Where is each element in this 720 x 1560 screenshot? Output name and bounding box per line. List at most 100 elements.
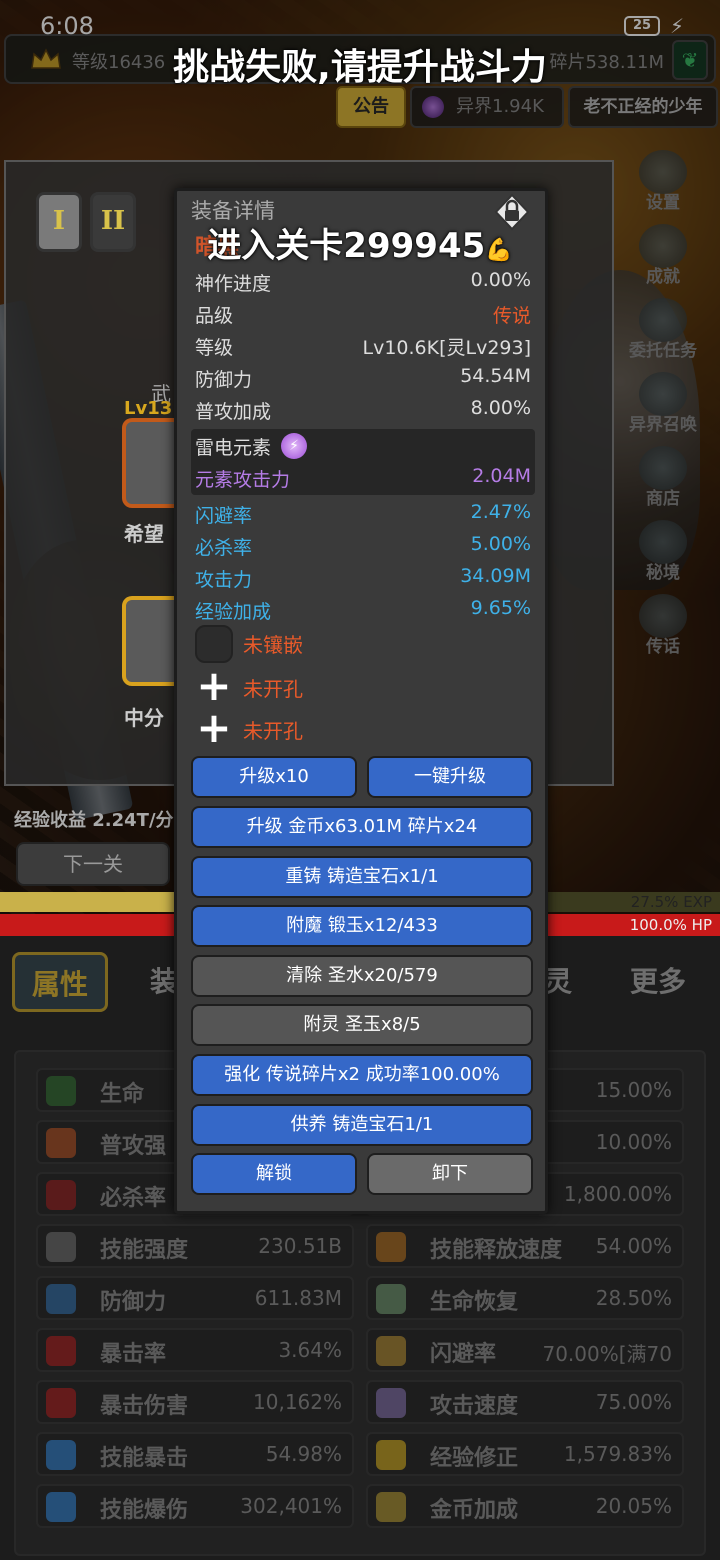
row-value: 9.65%	[470, 597, 531, 619]
element-name: 雷电元素	[195, 437, 272, 459]
tab-spirit[interactable]: 灵	[544, 952, 572, 1012]
attribute-icon	[376, 1336, 406, 1366]
row-key: 神作进度	[195, 273, 272, 295]
attribute-value: 302,401%	[240, 1494, 342, 1518]
toast-challenge-failed: 挑战失败,请提升战斗力	[173, 47, 547, 88]
attribute-icon	[376, 1388, 406, 1418]
attribute-name: 金币加成	[430, 1498, 519, 1523]
scroll-icon	[639, 298, 687, 342]
attribute-name: 必杀率	[100, 1186, 167, 1211]
row-value: 5.00%	[470, 533, 531, 555]
attribute-icon	[46, 1388, 76, 1418]
toast-enter-stage: 进入关卡299945💪	[0, 218, 720, 267]
attribute-icon	[46, 1336, 76, 1366]
next-stage-button[interactable]: 下一关	[16, 842, 170, 886]
clear-button[interactable]: 清除 圣水x20/579	[191, 955, 533, 997]
side-item-shop[interactable]: 商店	[620, 446, 706, 520]
horn-icon	[639, 594, 687, 638]
charging-icon: ⚡	[669, 14, 684, 38]
row-key: 攻击力	[195, 569, 253, 591]
toast-enter-text: 进入关卡299945	[207, 226, 486, 266]
row-key: 闪避率	[195, 505, 253, 527]
element-section: 雷电元素 ⚡ 元素攻击力 2.04M	[191, 429, 535, 495]
row-level: 等级 Lv10.6K[灵Lv293]	[195, 333, 531, 363]
row-key: 等级	[195, 337, 234, 359]
row-normal-attack-bonus: 普攻加成 8.00%	[195, 397, 531, 427]
side-item-settings[interactable]: 设置	[620, 150, 706, 224]
side-item-summon[interactable]: 异界召唤	[620, 372, 706, 446]
side-item-secret-realm[interactable]: 秘境	[620, 520, 706, 594]
attribute-row: 经验修正 1,579.83%	[366, 1432, 684, 1476]
battery-icon: 25	[624, 16, 660, 36]
hp-bar-text: 100.0% HP	[629, 916, 712, 934]
attribute-value: 1,579.83%	[563, 1442, 672, 1466]
attribute-icon	[376, 1440, 406, 1470]
otherworld-value: 异界1.94K	[456, 96, 544, 117]
attribute-name: 生命	[100, 1082, 145, 1107]
shop-icon	[639, 446, 687, 490]
attribute-value: 54.00%	[595, 1234, 672, 1258]
player-name[interactable]: 老不正经的少年	[568, 86, 718, 128]
unequip-button[interactable]: 卸下	[367, 1153, 533, 1195]
one-click-upgrade-button[interactable]: 一键升级	[367, 756, 533, 798]
gear-icon	[639, 150, 687, 194]
row-value: 传说	[492, 305, 531, 327]
attribute-value: 75.00%	[595, 1390, 672, 1414]
reforge-button[interactable]: 重铸 铸造宝石x1/1	[191, 856, 533, 898]
notice-button[interactable]: 公告	[336, 86, 406, 128]
attribute-icon	[376, 1232, 406, 1262]
upgrade-x10-button[interactable]: 升级x10	[191, 756, 357, 798]
row-value: 34.09M	[460, 565, 531, 587]
attribute-row: 攻击速度 75.00%	[366, 1380, 684, 1424]
attribute-value: 15.00%	[595, 1078, 672, 1102]
row-value: 8.00%	[470, 397, 531, 419]
equipped-item-2-name: 中分	[124, 706, 164, 730]
attribute-value: 70.00%[满70	[542, 1342, 672, 1366]
row-key: 防御力	[195, 369, 253, 391]
exp-gain-rate: 经验收益 2.24T/分	[14, 810, 174, 831]
row-attack: 攻击力 34.09M	[195, 565, 531, 595]
attribute-row: 金币加成 20.05%	[366, 1484, 684, 1528]
item-level: Lv13	[124, 398, 173, 419]
otherworld-orb-icon	[422, 96, 444, 118]
spirit-attach-button[interactable]: 附灵 圣玉x8/5	[191, 1004, 533, 1046]
exp-bar-text: 27.5% EXP	[630, 893, 712, 911]
attribute-row: 暴击伤害 10,162%	[36, 1380, 354, 1424]
realm-icon	[639, 520, 687, 564]
attribute-name: 技能暴击	[100, 1446, 189, 1471]
attribute-name: 闪避率	[430, 1342, 497, 1367]
upgrade-button[interactable]: 升级 金币x63.01M 碎片x24	[191, 806, 533, 848]
enchant-button[interactable]: 附魔 锻玉x12/433	[191, 905, 533, 947]
side-item-message[interactable]: 传话	[620, 594, 706, 668]
row-value: 0.00%	[470, 269, 531, 291]
attribute-value: 230.51B	[258, 1234, 342, 1258]
tab-more[interactable]: 更多	[630, 952, 686, 1012]
socket-label: 未开孔	[243, 677, 303, 701]
row-value: 54.54M	[460, 365, 531, 387]
attribute-value: 54.98%	[265, 1442, 342, 1466]
row-value: Lv10.6K[灵Lv293]	[362, 337, 531, 359]
attribute-value: 1,800.00%	[563, 1182, 672, 1206]
gem-socket-empty[interactable]	[195, 625, 233, 663]
equipment-details-modal: 装备详情 暗黑 神作进度 0.00% 品级 传说 等级 Lv10.6K[灵Lv2…	[174, 188, 548, 1214]
tab-attributes[interactable]: 属性	[12, 952, 108, 1012]
attribute-name: 防御力	[100, 1290, 167, 1315]
plus-icon[interactable]: +	[195, 707, 233, 749]
row-key: 普攻加成	[195, 401, 272, 423]
strengthen-button[interactable]: 强化 传说碎片x2 成功率100.00%	[191, 1054, 533, 1096]
attribute-value: 3.64%	[278, 1338, 342, 1362]
row-kill-rate: 必杀率 5.00%	[195, 533, 531, 563]
attribute-name: 生命恢复	[430, 1290, 519, 1315]
attribute-value: 611.83M	[254, 1286, 342, 1310]
otherworld-currency[interactable]: 异界1.94K	[410, 86, 564, 128]
side-item-commissions[interactable]: 委托任务	[620, 298, 706, 372]
plus-icon[interactable]: +	[195, 665, 233, 707]
row-exp-bonus: 经验加成 9.65%	[195, 597, 531, 627]
nurture-button[interactable]: 供养 铸造宝石1/1	[191, 1104, 533, 1146]
exp-bar-fill	[0, 892, 198, 912]
attribute-name: 暴击率	[100, 1342, 167, 1367]
unlock-button[interactable]: 解锁	[191, 1153, 357, 1195]
attribute-icon	[376, 1492, 406, 1522]
attribute-name: 技能爆伤	[100, 1498, 189, 1523]
attribute-name: 经验修正	[430, 1446, 519, 1471]
